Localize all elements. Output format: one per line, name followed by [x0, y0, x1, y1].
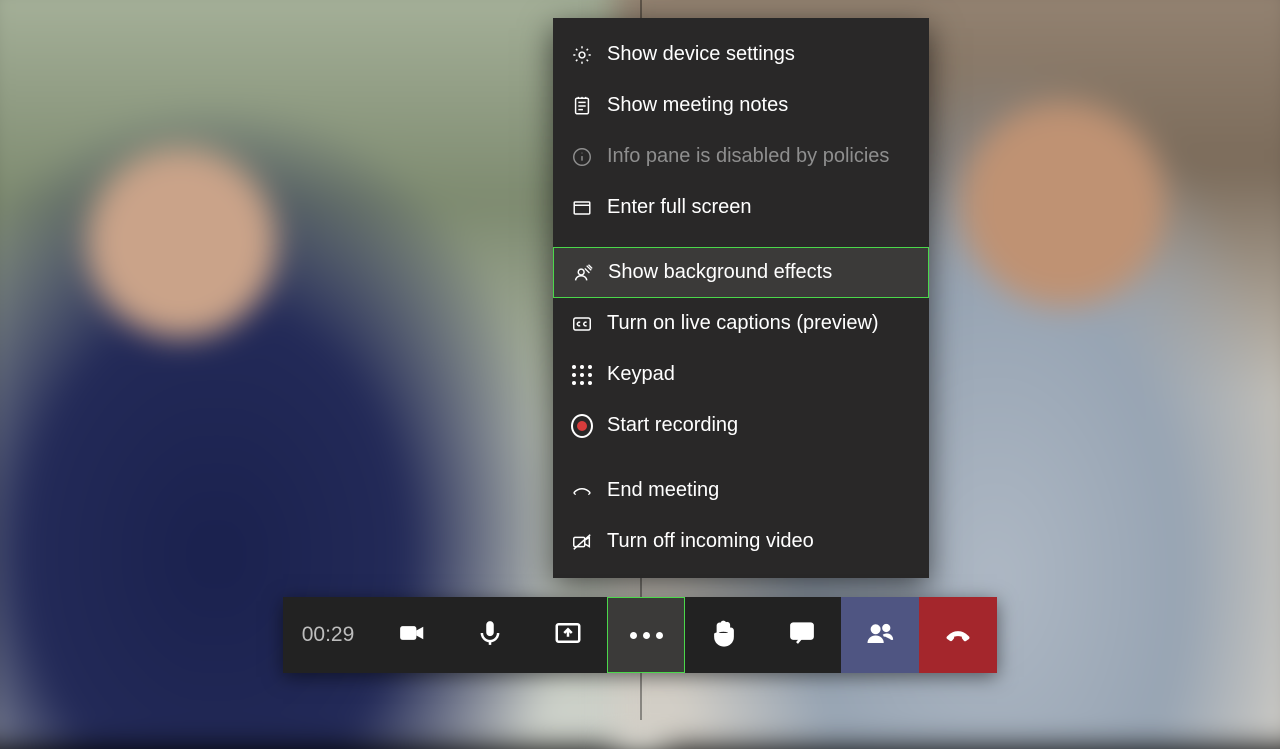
more-icon — [630, 632, 663, 639]
video-off-icon — [571, 531, 593, 553]
share-screen-icon — [553, 618, 583, 653]
menu-item-keypad[interactable]: Keypad — [553, 349, 929, 400]
menu-item-background-effects[interactable]: Show background effects — [553, 247, 929, 298]
participants-button[interactable] — [841, 597, 919, 673]
menu-item-meeting-notes[interactable]: Show meeting notes — [553, 80, 929, 131]
people-icon — [865, 618, 895, 653]
menu-item-label: Enter full screen — [607, 196, 752, 219]
notes-icon — [571, 95, 593, 117]
menu-item-incoming-video-off[interactable]: Turn off incoming video — [553, 516, 929, 567]
hangup-button[interactable] — [919, 597, 997, 673]
menu-item-live-captions[interactable]: Turn on live captions (preview) — [553, 298, 929, 349]
menu-item-label: Info pane is disabled by policies — [607, 145, 889, 168]
cc-icon — [571, 313, 593, 335]
menu-item-label: Keypad — [607, 363, 675, 386]
background-effects-icon — [572, 262, 594, 284]
menu-item-label: End meeting — [607, 479, 719, 502]
end-meeting-icon — [571, 480, 593, 502]
raise-hand-button[interactable] — [685, 597, 763, 673]
chat-button[interactable] — [763, 597, 841, 673]
menu-separator — [553, 451, 929, 465]
menu-item-device-settings[interactable]: Show device settings — [553, 29, 929, 80]
menu-item-info-pane-disabled: Info pane is disabled by policies — [553, 131, 929, 182]
call-timer-value: 00:29 — [302, 623, 355, 647]
gear-icon — [571, 44, 593, 66]
mic-icon — [475, 618, 505, 653]
menu-item-label: Start recording — [607, 414, 738, 437]
record-icon — [571, 415, 593, 437]
more-actions-button[interactable] — [607, 597, 685, 673]
chat-icon — [787, 618, 817, 653]
menu-item-full-screen[interactable]: Enter full screen — [553, 182, 929, 233]
menu-item-label: Show device settings — [607, 43, 795, 66]
info-icon — [571, 146, 593, 168]
camera-button[interactable] — [373, 597, 451, 673]
menu-item-label: Show background effects — [608, 261, 832, 284]
menu-item-label: Turn off incoming video — [607, 530, 814, 553]
share-button[interactable] — [529, 597, 607, 673]
more-actions-menu: Show device settings Show meeting notes … — [553, 18, 929, 578]
hangup-icon — [943, 618, 973, 653]
call-toolbar: 00:29 — [283, 597, 997, 673]
camera-icon — [397, 618, 427, 653]
menu-item-end-meeting[interactable]: End meeting — [553, 465, 929, 516]
mic-button[interactable] — [451, 597, 529, 673]
hand-icon — [709, 618, 739, 653]
menu-item-label: Turn on live captions (preview) — [607, 312, 879, 335]
menu-item-label: Show meeting notes — [607, 94, 788, 117]
keypad-icon — [571, 364, 593, 386]
call-timer: 00:29 — [283, 597, 373, 673]
menu-separator — [553, 233, 929, 247]
menu-item-start-recording[interactable]: Start recording — [553, 400, 929, 451]
fullscreen-icon — [571, 197, 593, 219]
